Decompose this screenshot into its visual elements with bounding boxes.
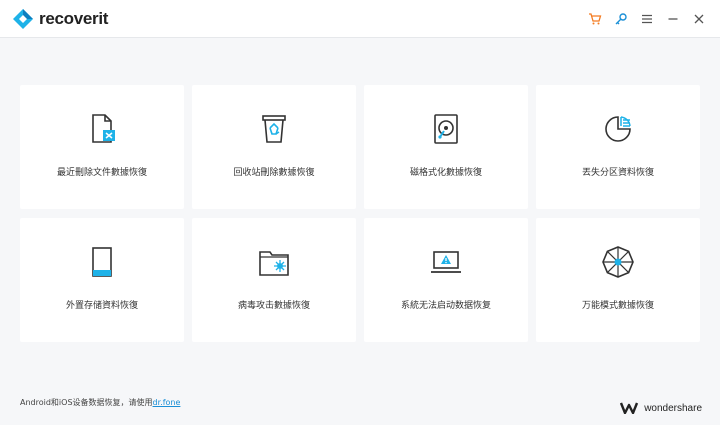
menu-button[interactable] [634, 9, 660, 29]
menu-icon [642, 14, 652, 24]
card-label: 系統无法启动数据恢复 [400, 301, 491, 311]
app-logo: recoverit [12, 8, 108, 30]
cart-icon [589, 13, 602, 25]
key-icon [615, 13, 627, 25]
external-device-icon [84, 244, 120, 280]
deleted-file-icon [84, 111, 120, 147]
recovery-mode-grid: 最近刪除文件數據恢復 回收站刪除數據恢復 磁格式化數據恢復 丟失分区資料恢復 外… [20, 85, 700, 342]
footer-message: Android和iOS设备数据恢复，请使用 [20, 398, 153, 407]
card-label: 磁格式化數據恢復 [409, 168, 482, 178]
minimize-icon [668, 18, 678, 20]
card-label: 外置存储資料恢復 [65, 301, 138, 311]
wondershare-logo-icon [620, 402, 639, 414]
card-label: 病毒攻击數據恢復 [237, 301, 310, 311]
card-formatted-drive[interactable]: 磁格式化數據恢復 [364, 85, 528, 209]
card-label: 万能模式數據恢復 [581, 301, 654, 311]
recycle-bin-icon [256, 111, 292, 147]
all-round-icon [600, 244, 636, 280]
card-recycle-bin[interactable]: 回收站刪除數據恢復 [192, 85, 356, 209]
wondershare-brand: wondershare [620, 402, 702, 414]
close-button[interactable] [686, 9, 712, 29]
drfone-link[interactable]: dr.fone [153, 398, 181, 407]
card-external-device[interactable]: 外置存储資料恢復 [20, 218, 184, 342]
card-virus-attack[interactable]: 病毒攻击數據恢復 [192, 218, 356, 342]
window-controls [582, 9, 712, 29]
partition-icon [600, 111, 636, 147]
minimize-button[interactable] [660, 9, 686, 29]
close-icon [694, 14, 704, 24]
card-system-crash[interactable]: 系統无法启动数据恢复 [364, 218, 528, 342]
footer-note: Android和iOS设备数据恢复，请使用dr.fone [20, 397, 180, 408]
cart-button[interactable] [582, 9, 608, 29]
card-label: 丟失分区資料恢復 [581, 168, 654, 178]
card-label: 最近刪除文件數據恢復 [56, 168, 147, 178]
card-label: 回收站刪除數據恢復 [233, 168, 315, 178]
card-all-round[interactable]: 万能模式數據恢復 [536, 218, 700, 342]
card-deleted-files[interactable]: 最近刪除文件數據恢復 [20, 85, 184, 209]
system-crash-icon [428, 244, 464, 280]
virus-folder-icon [256, 244, 292, 280]
card-lost-partition[interactable]: 丟失分区資料恢復 [536, 85, 700, 209]
hard-drive-icon [428, 111, 464, 147]
app-name: recoverit [39, 9, 109, 28]
register-button[interactable] [608, 9, 634, 29]
brand-name: wondershare [644, 402, 702, 414]
title-bar: recoverit [0, 0, 720, 38]
recoverit-logo-icon [13, 9, 33, 29]
